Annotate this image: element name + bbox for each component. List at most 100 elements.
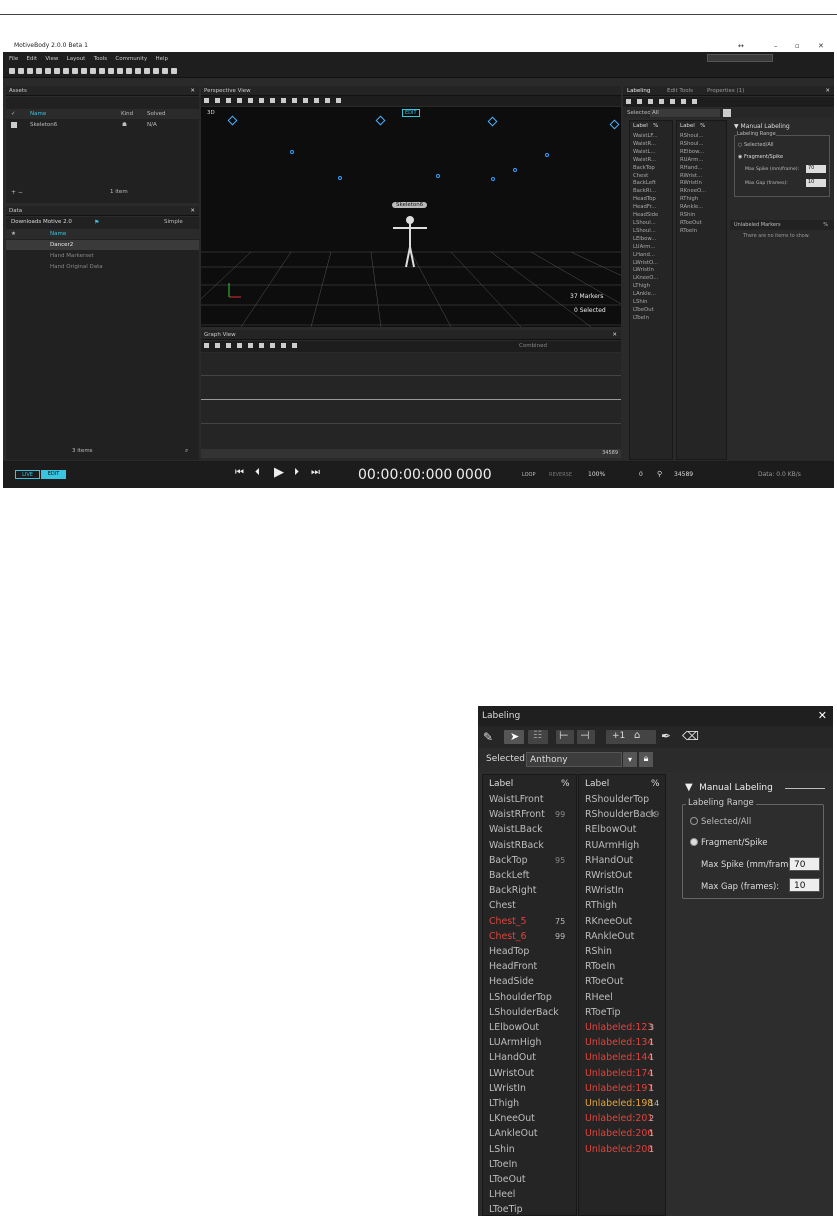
label-item[interactable]: LKneeOut [489,1111,535,1126]
label-item[interactable]: RHandOut [585,853,633,868]
label-item[interactable]: RAnkle... [680,204,706,212]
option-selected-all[interactable]: Selected/All [690,817,751,827]
flag-icon[interactable]: ⚑ [94,219,99,226]
scale-icon[interactable] [292,98,297,103]
tag-icon[interactable] [681,99,686,104]
search-icon[interactable]: ⌕ [185,447,188,455]
range-end-icon[interactable]: ⊣ [577,729,595,744]
label-item[interactable]: RToeIn [680,228,706,236]
label-item[interactable]: HeadTop [489,944,529,959]
label-item[interactable]: LWristIn [633,267,658,275]
graph-tool-icon[interactable] [204,343,209,348]
range-end[interactable]: 34589 [674,471,693,478]
label-item[interactable]: LAnkleOut [489,1126,538,1141]
eye-icon[interactable] [336,98,341,103]
label-item[interactable]: LToeIn [489,1157,517,1172]
select-icon[interactable] [259,98,264,103]
label-item[interactable]: WaistLFront [489,792,544,807]
label-item[interactable]: WaistR... [633,157,658,165]
columns-icon[interactable] [648,99,653,104]
label-item[interactable]: LWristOut [489,1066,534,1081]
manual-labeling-toggle[interactable]: ▼ Manual Labeling [685,782,773,793]
label-item[interactable]: HeadFr... [633,204,658,212]
graph-tool-icon[interactable] [248,343,253,348]
graph-combined[interactable]: Combined [519,343,547,349]
label-item[interactable]: BackLeft [633,180,658,188]
label-item[interactable]: LToeOut [633,307,658,315]
tab-properties[interactable]: Properties (1) [707,86,744,96]
label-item[interactable]: RShoul... [680,133,706,141]
range-end-icon[interactable] [670,99,675,104]
minimize-icon[interactable]: – [774,40,778,52]
graph-tool-icon[interactable] [215,343,220,348]
binoculars-icon[interactable]: ⚲ [657,470,662,478]
label-icon[interactable] [314,98,319,103]
edit-button[interactable]: EDIT [41,470,66,479]
panel2-icon[interactable] [153,68,159,74]
label-item[interactable]: WaistRBack [489,838,544,853]
label-item[interactable]: WaistRFront [489,807,545,822]
label-item[interactable]: WaistLBack [489,822,543,837]
close-icon[interactable]: ✕ [825,86,830,96]
menu-file[interactable]: File [9,56,18,62]
label-item[interactable]: RShin [680,212,706,220]
selected-dropdown[interactable]: Anthony [526,752,622,767]
gap-input[interactable]: 10 [789,878,820,892]
selected-dropdown[interactable]: All [650,109,720,117]
marker[interactable] [436,174,440,178]
label-item[interactable]: HeadSide [633,212,658,220]
skeleton-icon[interactable] [81,68,87,74]
spike-input[interactable]: 70 [806,165,826,173]
label-item[interactable]: BackRight [489,883,536,898]
skeleton-label[interactable]: Skeleton6 [392,202,428,208]
label-item[interactable]: LWristO... [633,260,658,268]
label-item[interactable]: RThigh [680,196,706,204]
eye-dropper-icon[interactable]: ✎ [483,730,493,744]
save-icon[interactable] [27,68,33,74]
panel1-icon[interactable] [144,68,150,74]
label-item[interactable]: RWristIn [585,883,624,898]
camera-icon[interactable] [45,68,51,74]
label-item[interactable]: Unlabeled:123 [585,1020,653,1035]
label-item[interactable]: Unlabeled:197 [585,1081,653,1096]
cursor-icon[interactable]: ➤ [504,730,524,744]
label-item[interactable]: RWristIn [680,180,706,188]
graph-tool-icon[interactable] [292,343,297,348]
add-asset-icon[interactable]: + − [11,189,23,196]
label-item[interactable]: LToeOut [489,1172,526,1187]
marker[interactable] [290,150,294,154]
label-item[interactable]: LShoul... [633,220,658,228]
graph-tool-icon[interactable] [281,343,286,348]
spike-input[interactable]: 70 [789,857,820,871]
label-item[interactable]: Chest_6 [489,929,526,944]
label-item[interactable]: RShoulderBack [585,807,656,822]
label-item[interactable]: Unlabeled:134 [585,1035,653,1050]
label-item[interactable]: BackTop [633,165,658,173]
data-path[interactable]: Downloads Motive 2.0 [11,219,72,225]
label-item[interactable]: LElbow... [633,236,658,244]
fit-icon[interactable] [248,98,253,103]
label-item[interactable]: RWrist... [680,173,706,181]
zoom-in-icon[interactable] [226,98,231,103]
label-item[interactable]: WaistL... [633,149,658,157]
label-item[interactable]: BackLeft [489,868,529,883]
label-item[interactable]: Chest [489,898,516,913]
label-item[interactable]: BackTop [489,853,528,868]
graph-tool-icon[interactable] [226,343,231,348]
label-item[interactable]: RKneeO... [680,188,706,196]
graph-plot[interactable] [201,353,621,449]
marker[interactable] [545,153,549,157]
check-icon[interactable]: ✓ [11,109,16,119]
label-item[interactable]: RAnkleOut [585,929,634,944]
close-icon[interactable]: ✕ [190,206,195,216]
graph-icon[interactable] [135,68,141,74]
layers-icon[interactable] [63,68,69,74]
manual-labeling-title[interactable]: ▼ Manual Labeling [734,123,790,130]
label-item[interactable]: RWristOut [585,868,632,883]
option-fragment-spike[interactable]: ◉ Fragment/Spike [738,154,783,160]
star-icon[interactable]: ★ [11,229,16,239]
menu-layout[interactable]: Layout [67,56,86,62]
delete-label-icon[interactable]: ⌫ [682,729,699,743]
label-item[interactable]: Chest_5 [489,914,526,929]
label-item[interactable]: RThigh [585,898,617,913]
